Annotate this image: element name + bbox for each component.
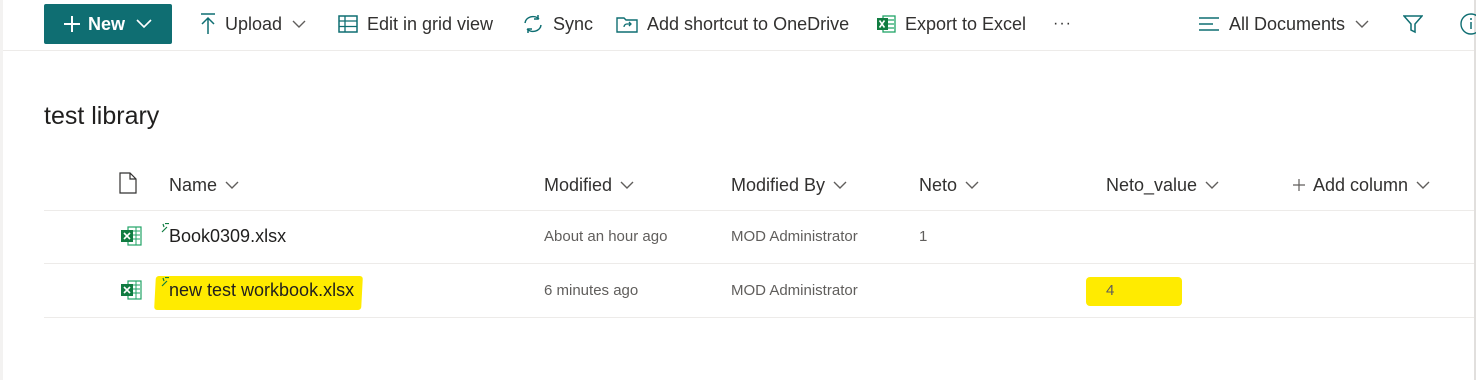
new-button-label: New [88, 13, 126, 34]
sync-label: Sync [553, 13, 594, 34]
modified-by-value[interactable]: MOD Administrator [731, 210, 858, 263]
excel-file-icon [120, 225, 142, 252]
neto-value-header-label: Neto_value [1106, 174, 1198, 195]
add-shortcut-label: Add shortcut to OneDrive [647, 13, 850, 34]
edit-grid-view-button[interactable]: Edit in grid view [338, 0, 493, 48]
info-icon [1459, 13, 1476, 35]
chevron-down-icon [1205, 181, 1219, 190]
grid-icon [338, 15, 358, 33]
more-icon: ··· [1053, 15, 1072, 32]
table-row[interactable]: new test workbook.xlsx 6 minutes ago MOD… [44, 264, 1474, 318]
chevron-down-icon [292, 20, 306, 29]
more-options-button[interactable]: ··· [1053, 0, 1072, 48]
export-excel-button[interactable]: Export to Excel [876, 0, 1026, 48]
plus-icon [1293, 179, 1305, 191]
file-name-link[interactable]: Book0309.xlsx [169, 210, 286, 263]
table-row[interactable]: Book0309.xlsx About an hour ago MOD Admi… [44, 210, 1474, 264]
edit-grid-label: Edit in grid view [367, 13, 494, 34]
chevron-down-icon [965, 181, 979, 190]
chevron-down-icon [1416, 181, 1430, 190]
chevron-down-icon [620, 181, 634, 190]
plus-icon [63, 15, 81, 33]
left-frame [0, 0, 3, 380]
command-bar: New Upload Edit in grid view Sync Add sh… [3, 0, 1476, 51]
file-name-link[interactable]: new test workbook.xlsx [169, 264, 354, 317]
chevron-down-icon [833, 181, 847, 190]
chevron-down-icon [225, 181, 239, 190]
sync-icon [522, 14, 544, 34]
page-title: test library [44, 102, 160, 130]
file-type-header[interactable] [119, 160, 137, 210]
upload-label: Upload [225, 13, 283, 34]
upload-icon [200, 13, 216, 35]
modified-column-header[interactable]: Modified [544, 160, 634, 210]
shortcut-icon [616, 14, 638, 34]
export-excel-label: Export to Excel [905, 13, 1027, 34]
view-label: All Documents [1229, 13, 1346, 34]
view-options-icon [1198, 17, 1220, 31]
excel-icon [876, 15, 896, 33]
chevron-down-icon [136, 19, 152, 29]
name-column-header[interactable]: Name [169, 160, 239, 210]
neto-header-label: Neto [919, 174, 958, 195]
view-selector[interactable]: All Documents [1198, 0, 1369, 48]
modified-by-header-label: Modified By [731, 174, 826, 195]
modified-header-label: Modified [544, 174, 613, 195]
modified-by-column-header[interactable]: Modified By [731, 160, 847, 210]
modified-value: About an hour ago [544, 228, 668, 245]
add-column-label: Add column [1313, 174, 1409, 195]
add-column-button[interactable]: Add column [1293, 160, 1430, 210]
upload-button[interactable]: Upload [200, 0, 306, 48]
add-shortcut-button[interactable]: Add shortcut to OneDrive [616, 0, 849, 48]
name-header-label: Name [169, 174, 218, 195]
new-button[interactable]: New [44, 4, 172, 44]
neto-value-column-header[interactable]: Neto_value [1106, 160, 1219, 210]
highlight-mark [1086, 277, 1182, 306]
chevron-down-icon [1355, 20, 1369, 29]
sync-button[interactable]: Sync [522, 0, 593, 48]
filter-button[interactable] [1403, 0, 1423, 48]
neto-value-value: 4 [1106, 282, 1115, 299]
excel-file-icon [120, 279, 142, 306]
info-button[interactable] [1459, 0, 1476, 48]
modified-value: 6 minutes ago [544, 282, 639, 299]
column-header-row: Name Modified Modified By Neto Neto_valu… [44, 160, 1474, 211]
neto-column-header[interactable]: Neto [919, 160, 979, 210]
modified-by-value[interactable]: MOD Administrator [731, 264, 858, 317]
neto-value: 1 [919, 228, 928, 245]
document-icon [119, 171, 137, 199]
filter-icon [1403, 14, 1423, 34]
